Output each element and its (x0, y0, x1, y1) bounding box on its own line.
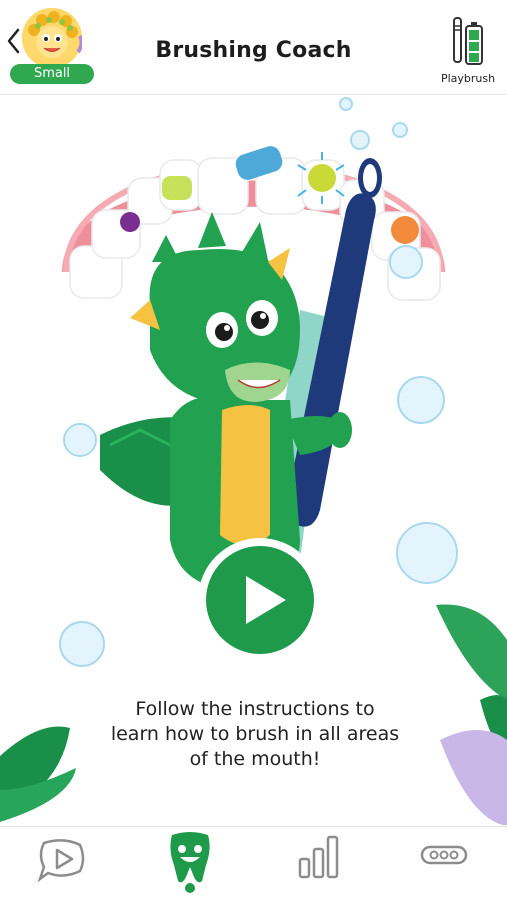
bottom-tab-bar (0, 826, 507, 901)
play-button-fill (206, 546, 314, 654)
page-title: Brushing Coach (155, 38, 352, 63)
play-circle-icon (37, 839, 85, 883)
toothbrush-battery-icon (453, 17, 483, 65)
tab-more[interactable] (404, 829, 484, 893)
tab-stats[interactable] (280, 829, 360, 893)
active-tab-indicator (185, 883, 195, 893)
profile-size-badge: Small (10, 64, 94, 84)
play-icon (246, 576, 286, 624)
instruction-text: Follow the instructions to learn how to … (110, 698, 400, 770)
app-header: Small Brushing Coach Playbrush (0, 0, 507, 95)
more-dots-icon (420, 845, 468, 865)
bar-chart-icon (298, 835, 339, 879)
brush-label: Playbrush (440, 72, 496, 85)
playbrush-status[interactable]: Playbrush (435, 14, 501, 88)
play-button[interactable] (198, 538, 322, 662)
tab-play[interactable] (24, 829, 104, 893)
